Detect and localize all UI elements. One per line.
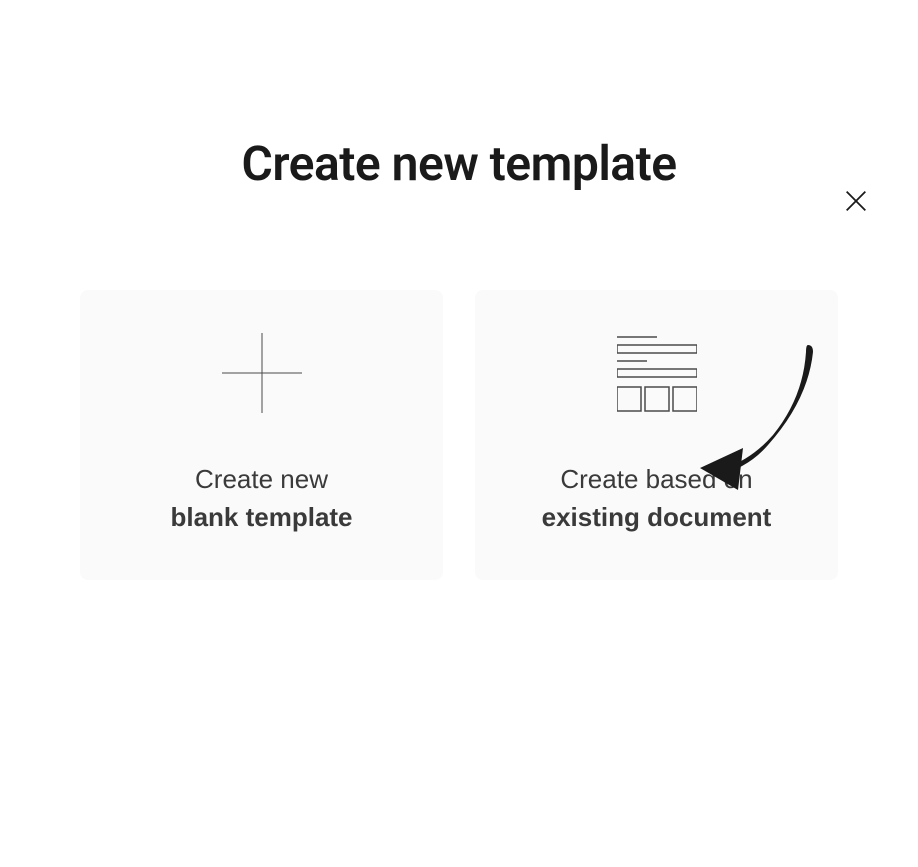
create-from-existing-card[interactable]: Create based on existing document: [475, 290, 838, 580]
option-label: Create new blank template: [170, 461, 352, 536]
close-button[interactable]: [842, 187, 870, 215]
document-layout-icon: [617, 333, 697, 413]
option-label-line2: blank template: [170, 499, 352, 537]
plus-icon: [222, 333, 302, 413]
option-label-line1: Create based on: [560, 464, 752, 494]
option-label-line1: Create new: [195, 464, 328, 494]
option-label-line2: existing document: [542, 499, 772, 537]
page-title: Create new template: [0, 135, 918, 192]
create-blank-template-card[interactable]: Create new blank template: [80, 290, 443, 580]
option-label: Create based on existing document: [542, 461, 772, 536]
close-icon: [842, 203, 870, 218]
options-container: Create new blank template Create based o…: [0, 290, 918, 580]
